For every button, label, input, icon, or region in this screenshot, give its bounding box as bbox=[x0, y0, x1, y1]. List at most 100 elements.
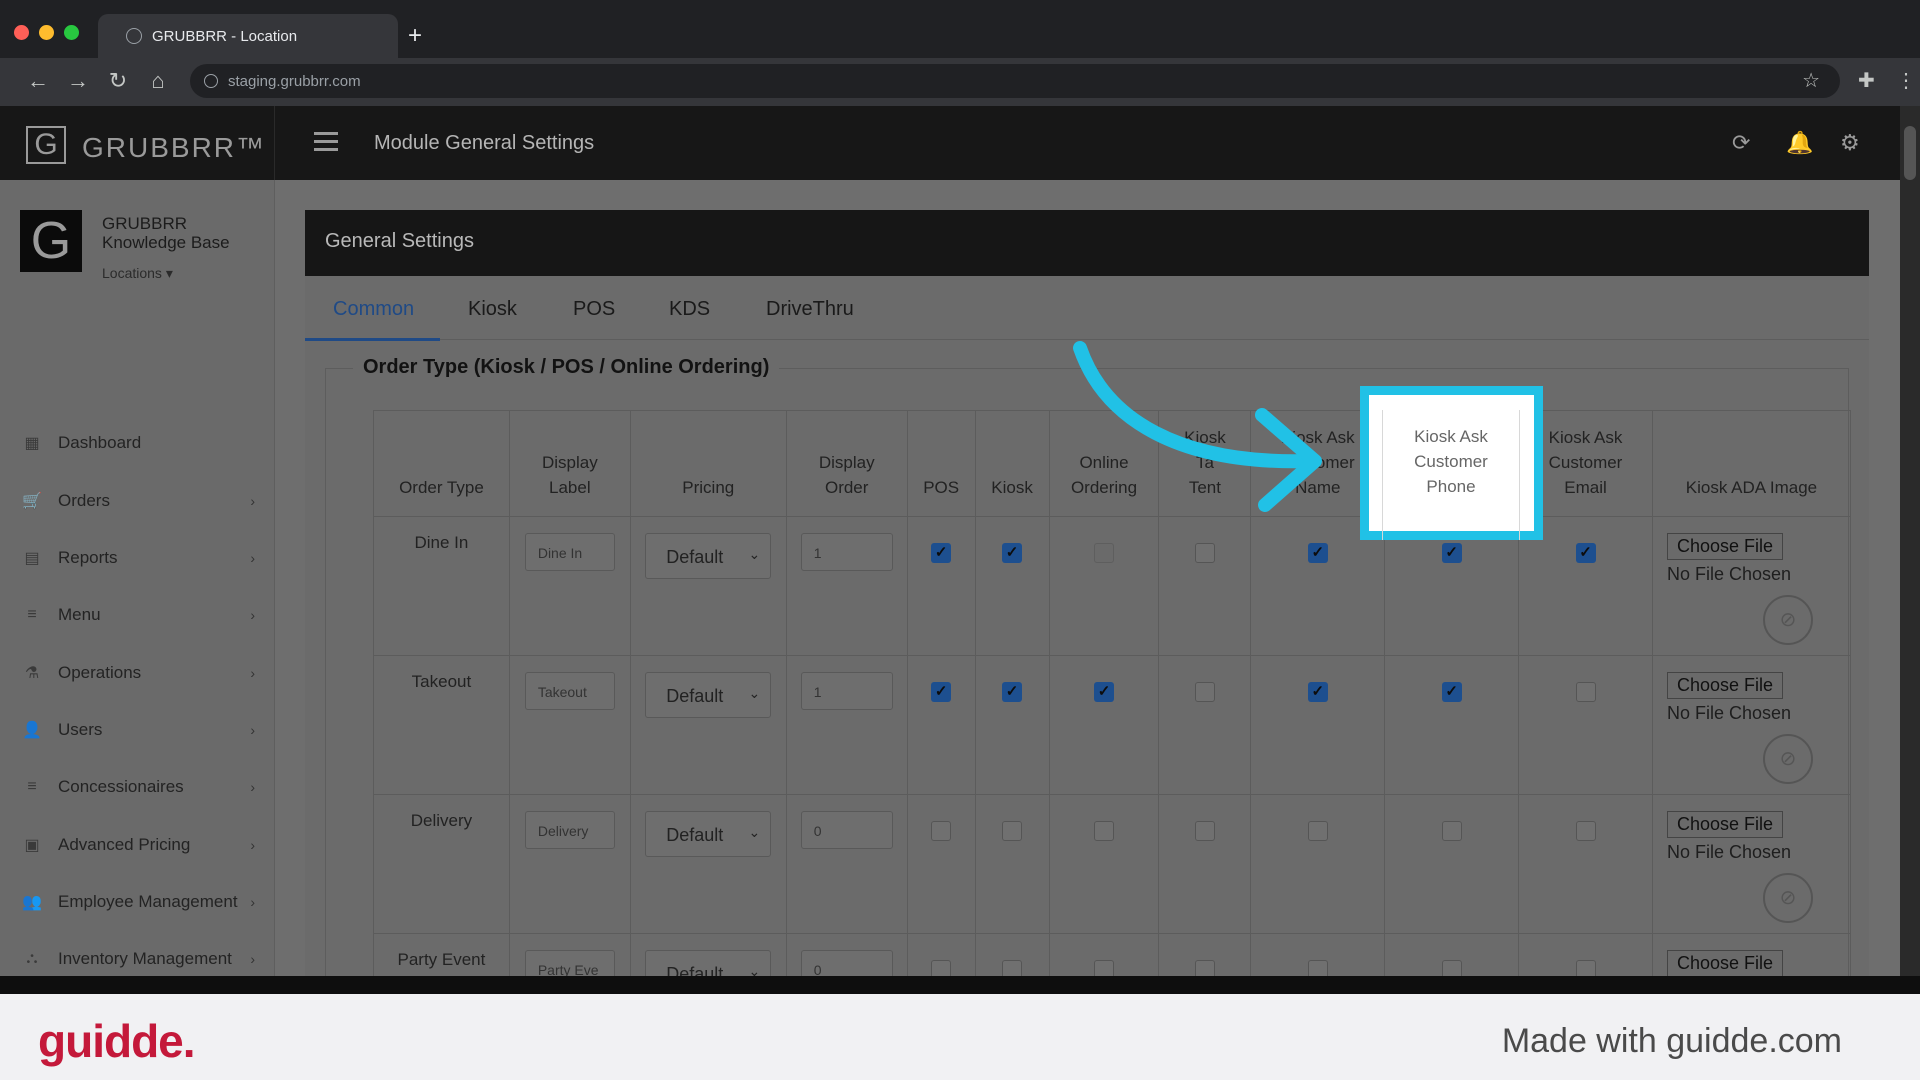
ask-customer-name-checkbox[interactable] bbox=[1307, 821, 1328, 841]
maximize-window-button[interactable] bbox=[64, 25, 79, 40]
kiosk-table-tent-checkbox[interactable] bbox=[1194, 821, 1215, 841]
ask-customer-name-checkbox[interactable]: ✓ bbox=[1307, 682, 1328, 702]
tab-pos[interactable]: POS bbox=[573, 298, 615, 321]
ask-customer-phone-checkbox[interactable] bbox=[1441, 960, 1462, 976]
url-text: staging.grubbrr.com bbox=[228, 72, 361, 90]
sidebar-item-advanced-pricing[interactable]: ▣ Advanced Pricing › bbox=[0, 825, 275, 865]
scrollbar-thumb[interactable] bbox=[1904, 126, 1916, 180]
choose-file-button[interactable]: Choose File bbox=[1666, 950, 1783, 976]
display-label-input[interactable]: Dine In bbox=[524, 533, 615, 571]
choose-file-button[interactable]: Choose File bbox=[1666, 672, 1783, 699]
tab-drivethru[interactable]: DriveThru bbox=[766, 298, 854, 321]
home-icon[interactable]: ⌂ bbox=[144, 68, 172, 94]
ask-customer-name-checkbox[interactable] bbox=[1307, 960, 1328, 976]
kiosk-checkbox[interactable] bbox=[1002, 960, 1023, 976]
pos-checkbox[interactable] bbox=[931, 960, 952, 976]
active-tab-indicator bbox=[305, 338, 440, 341]
pricing-value: Default bbox=[666, 547, 724, 567]
gear-icon[interactable]: ⚙ bbox=[1840, 130, 1860, 156]
kiosk-checkbox[interactable]: ✓ bbox=[1002, 682, 1023, 702]
cart-icon: 🛒 bbox=[22, 493, 42, 510]
online-ordering-checkbox[interactable] bbox=[1094, 821, 1114, 841]
sidebar-item-menu[interactable]: ≡ Menu › bbox=[0, 595, 275, 635]
users-icon: 👥 bbox=[22, 894, 42, 911]
sidebar-item-employee-management[interactable]: 👥 Employee Management › bbox=[0, 882, 275, 922]
display-label-input[interactable]: Delivery bbox=[524, 811, 615, 849]
user-add-icon: 👤 bbox=[22, 722, 42, 739]
display-order-input[interactable]: 0 bbox=[800, 811, 893, 849]
sidebar-item-label: Concessionaires bbox=[58, 777, 184, 796]
minimize-window-button[interactable] bbox=[39, 25, 54, 40]
ask-customer-phone-cell bbox=[1384, 794, 1520, 934]
sidebar-item-dashboard[interactable]: ▦ Dashboard bbox=[0, 423, 275, 463]
pricing-select[interactable]: Default ⌄ bbox=[645, 811, 772, 857]
forward-icon[interactable]: → bbox=[64, 68, 92, 94]
online-ordering-checkbox[interactable]: ✓ bbox=[1094, 682, 1114, 702]
refresh-icon[interactable]: ⟳ bbox=[1732, 130, 1750, 156]
ask-customer-email-cell bbox=[1518, 655, 1653, 795]
pos-checkbox[interactable] bbox=[931, 821, 952, 841]
address-bar[interactable]: staging.grubbrr.com ☆ bbox=[190, 64, 1840, 98]
tab-common[interactable]: Common bbox=[333, 298, 414, 321]
choose-file-button[interactable]: Choose File bbox=[1666, 811, 1783, 838]
sidebar-item-orders[interactable]: 🛒 Orders › bbox=[0, 481, 275, 521]
tab-kiosk[interactable]: Kiosk bbox=[468, 298, 517, 321]
locations-dropdown[interactable]: Locations ▾ bbox=[102, 265, 173, 282]
ask-customer-email-checkbox[interactable]: ✓ bbox=[1575, 543, 1596, 563]
display-label-input[interactable]: Takeout bbox=[524, 672, 615, 710]
display-order-input[interactable]: 1 bbox=[800, 533, 893, 571]
display-order-input[interactable]: 0 bbox=[800, 950, 893, 976]
sidebar-item-inventory-management[interactable]: ⛬ Inventory Management › bbox=[0, 939, 275, 976]
sidebar-item-label: Inventory Management bbox=[58, 949, 232, 968]
pricing-select[interactable]: Default ⌄ bbox=[645, 672, 772, 718]
online-ordering-cell bbox=[1048, 933, 1160, 976]
kiosk-checkbox[interactable] bbox=[1002, 821, 1023, 841]
pricing-select[interactable]: Default ⌄ bbox=[645, 533, 772, 579]
ask-customer-phone-checkbox[interactable] bbox=[1441, 821, 1462, 841]
sidebar-item-users[interactable]: 👤 Users › bbox=[0, 710, 275, 750]
ask-customer-phone-checkbox[interactable]: ✓ bbox=[1441, 543, 1462, 563]
close-window-button[interactable] bbox=[14, 25, 29, 40]
page-scrollbar[interactable] bbox=[1900, 106, 1920, 976]
pointer-arrow bbox=[1073, 341, 1322, 512]
kiosk-table-tent-checkbox[interactable] bbox=[1194, 682, 1215, 702]
site-info-icon[interactable] bbox=[204, 74, 218, 88]
kiosk-table-tent-checkbox[interactable] bbox=[1194, 960, 1215, 976]
pos-checkbox[interactable]: ✓ bbox=[931, 543, 952, 563]
ask-customer-phone-checkbox[interactable]: ✓ bbox=[1441, 682, 1462, 702]
caret-down-icon: ▾ bbox=[165, 265, 173, 281]
pos-checkbox[interactable]: ✓ bbox=[931, 682, 952, 702]
display-label-input[interactable]: Party Eve bbox=[524, 950, 615, 976]
guidde-footer: guidde. Made with guidde.com bbox=[0, 976, 1920, 1080]
new-tab-button[interactable]: + bbox=[408, 22, 422, 50]
tab-kds[interactable]: KDS bbox=[669, 298, 710, 321]
kiosk-table-tent-checkbox[interactable] bbox=[1194, 543, 1215, 563]
browser-menu-icon[interactable]: ⋮ bbox=[1896, 68, 1916, 93]
pricing-value: Default bbox=[666, 686, 724, 706]
bookmark-star-icon[interactable]: ☆ bbox=[1802, 68, 1820, 93]
back-icon[interactable]: ← bbox=[24, 68, 52, 94]
online-ordering-checkbox[interactable] bbox=[1094, 960, 1114, 976]
sidebar-item-reports[interactable]: ▤ Reports › bbox=[0, 538, 275, 578]
bell-icon[interactable]: 🔔 bbox=[1786, 130, 1813, 156]
display-order-cell: 1 bbox=[785, 516, 908, 656]
reload-icon[interactable]: ↻ bbox=[104, 68, 132, 94]
ask-customer-email-checkbox[interactable] bbox=[1575, 821, 1596, 841]
hamburger-menu-icon[interactable] bbox=[314, 132, 338, 156]
sidebar-item-label: Operations bbox=[58, 663, 142, 682]
ask-customer-email-checkbox[interactable] bbox=[1575, 960, 1596, 976]
ask-customer-email-checkbox[interactable] bbox=[1575, 682, 1596, 702]
ask-customer-name-cell: ✓ bbox=[1250, 655, 1386, 795]
browser-tab[interactable]: GRUBBRR - Location bbox=[98, 14, 398, 58]
guidde-logo: guidde. bbox=[38, 1015, 196, 1067]
extensions-icon[interactable]: ✚ bbox=[1858, 68, 1875, 93]
ask-customer-name-checkbox[interactable]: ✓ bbox=[1307, 543, 1328, 563]
sidebar-item-concessionaires[interactable]: ≡ Concessionaires › bbox=[0, 767, 275, 807]
sidebar-item-operations[interactable]: ⚗ Operations › bbox=[0, 653, 275, 693]
sidebar-item-label: Employee Management bbox=[58, 892, 238, 911]
kiosk-checkbox[interactable]: ✓ bbox=[1002, 543, 1023, 563]
pricing-select[interactable]: Default ⌄ bbox=[645, 950, 772, 976]
display-order-input[interactable]: 1 bbox=[800, 672, 893, 710]
choose-file-button[interactable]: Choose File bbox=[1666, 533, 1783, 560]
pricing-cell: Default ⌄ bbox=[629, 516, 787, 656]
